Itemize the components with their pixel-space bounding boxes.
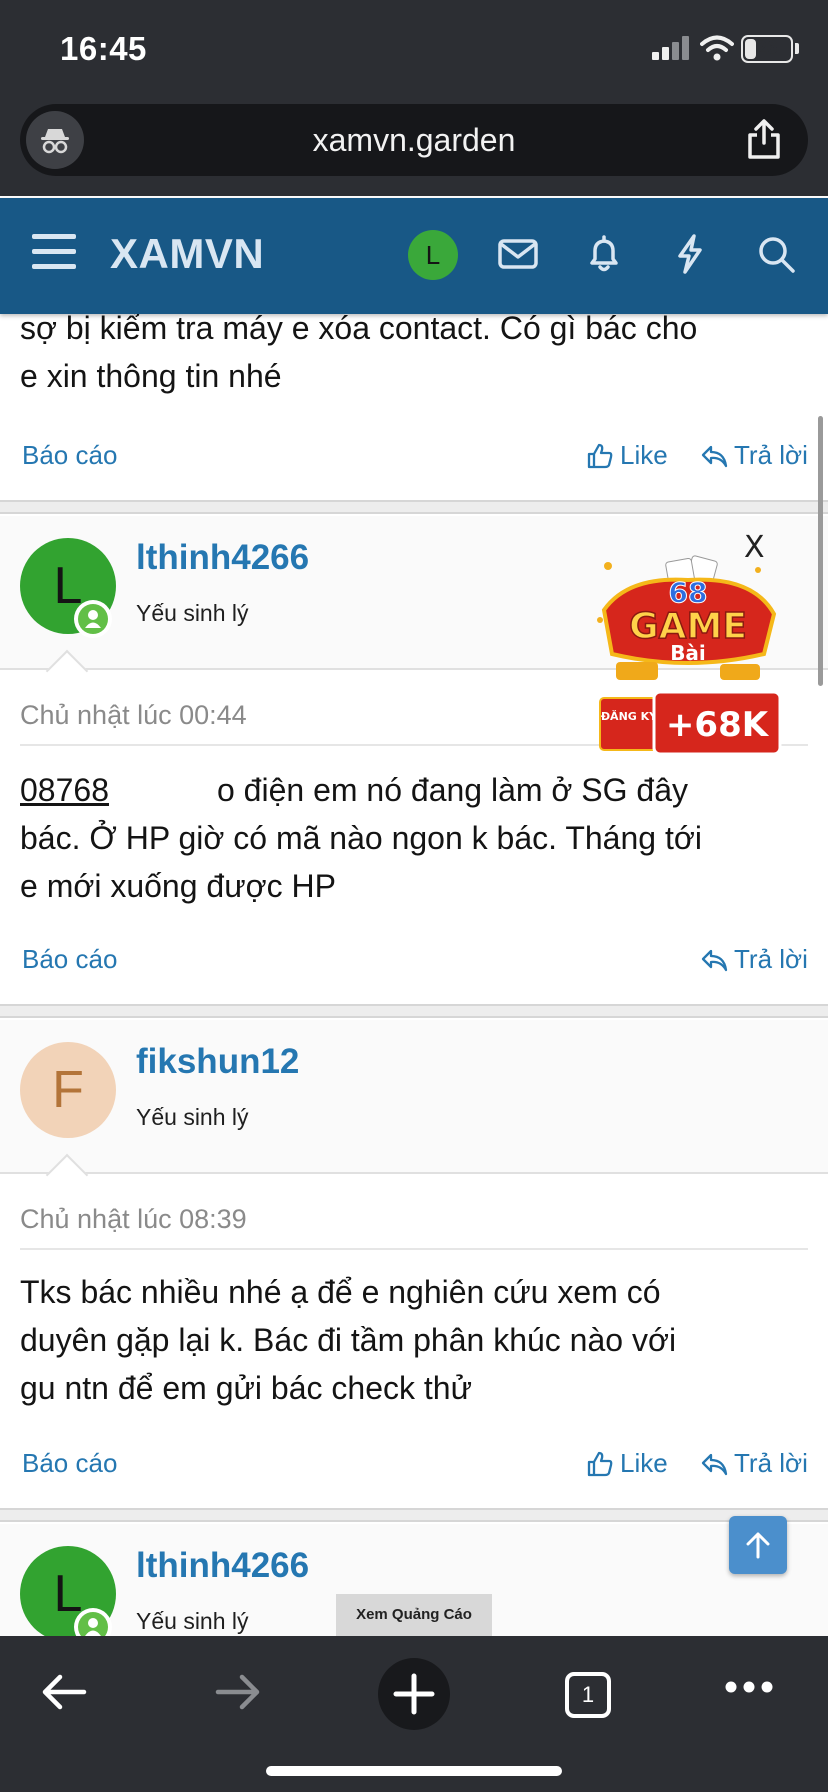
reply-icon bbox=[701, 949, 728, 971]
tabs-button[interactable]: 1 bbox=[565, 1672, 611, 1718]
url-text[interactable]: xamvn.garden bbox=[20, 122, 808, 159]
post-body-line: e xin thông tin nhé bbox=[20, 358, 282, 394]
more-icon[interactable] bbox=[724, 1680, 774, 1694]
menu-icon[interactable] bbox=[32, 234, 76, 270]
username[interactable]: lthinh4266 bbox=[136, 538, 309, 578]
bolt-icon[interactable] bbox=[668, 232, 712, 276]
browser-toolbar: 1 bbox=[0, 1636, 828, 1792]
like-label: Like bbox=[620, 440, 668, 470]
report-link[interactable]: Báo cáo bbox=[22, 1448, 117, 1479]
user-title: Yếu sinh lý bbox=[136, 1608, 249, 1634]
arrow-up-icon bbox=[746, 1532, 770, 1559]
post-separator bbox=[0, 500, 828, 514]
post-body-line: bác. Ở HP giờ có mã nào ngon k bác. Thán… bbox=[20, 820, 702, 856]
reply-icon bbox=[701, 445, 728, 467]
post-date[interactable]: Chủ nhật lúc 00:44 bbox=[20, 700, 247, 731]
scroll-to-top-button[interactable] bbox=[729, 1516, 787, 1574]
scroll-indicator bbox=[818, 416, 823, 686]
wifi-icon bbox=[700, 35, 734, 61]
clock: 16:45 bbox=[60, 30, 147, 67]
user-title: Yếu sinh lý bbox=[136, 600, 249, 626]
report-link[interactable]: Báo cáo bbox=[22, 440, 117, 471]
reply-button[interactable]: Trả lời bbox=[700, 1448, 808, 1479]
post-body-line: duyên gặp lại k. Bác đi tầm phân khúc nà… bbox=[20, 1322, 677, 1358]
thumbs-up-icon bbox=[587, 443, 613, 468]
ad-bonus: +68K bbox=[666, 705, 770, 745]
post-body-line: 08768 o điện em nó đang làm ở SG đây bbox=[20, 766, 688, 814]
post-body-line: gu ntn để em gửi bác check thử bbox=[20, 1370, 472, 1406]
forward-icon[interactable] bbox=[212, 1666, 264, 1718]
ad-register-label: ĐĂNG KÝ bbox=[601, 710, 658, 723]
post-body-text: o điện em nó đang làm ở SG đây bbox=[216, 772, 689, 808]
game-ad-banner[interactable]: 68 GAME Bài ĐĂNG KÝ +68K bbox=[588, 550, 788, 760]
like-label: Like bbox=[620, 1448, 668, 1478]
phone-link[interactable]: 08768 bbox=[20, 772, 109, 808]
reply-button[interactable]: Trả lời bbox=[700, 944, 808, 975]
post-separator bbox=[0, 1004, 828, 1018]
site-header: XAMVN L bbox=[0, 198, 828, 314]
account-avatar[interactable]: L bbox=[408, 230, 458, 280]
post-user-block: F fikshun12 Yếu sinh lý bbox=[0, 1020, 828, 1174]
reply-icon bbox=[701, 1453, 728, 1475]
post-body-line: Tks bác nhiều nhé ạ để e nghiên cứu xem … bbox=[20, 1274, 661, 1310]
reply-label: Trả lời bbox=[734, 1448, 808, 1478]
report-link[interactable]: Báo cáo bbox=[22, 944, 117, 975]
new-tab-button[interactable] bbox=[378, 1658, 450, 1730]
post-body-line: sợ bị kiểm tra máy e xóa contact. Có gì … bbox=[20, 314, 698, 346]
address-bar[interactable]: xamvn.garden bbox=[20, 104, 808, 176]
share-icon[interactable] bbox=[746, 119, 782, 159]
like-button[interactable]: Like bbox=[586, 1448, 668, 1479]
plus-icon bbox=[393, 1673, 435, 1715]
user-title: Yếu sinh lý bbox=[136, 1104, 249, 1130]
thread-content: sợ bị kiểm tra máy e xóa contact. Có gì … bbox=[0, 314, 828, 1636]
reply-button[interactable]: Trả lời bbox=[700, 440, 808, 471]
thumbs-up-icon bbox=[587, 1451, 613, 1476]
view-ad-button[interactable]: Xem Quảng Cáo bbox=[336, 1594, 492, 1636]
back-icon[interactable] bbox=[38, 1666, 90, 1718]
battery-icon: 26 bbox=[741, 35, 793, 63]
reply-label: Trả lời bbox=[734, 440, 808, 470]
user-avatar[interactable]: F bbox=[20, 1042, 116, 1138]
username[interactable]: fikshun12 bbox=[136, 1042, 299, 1082]
status-bar: 16:45 26 xamvn.garden bbox=[0, 0, 828, 196]
reply-label: Trả lời bbox=[734, 944, 808, 974]
post-body-line: e mới xuống được HP bbox=[20, 868, 336, 904]
inbox-icon[interactable] bbox=[496, 232, 540, 276]
post-date[interactable]: Chủ nhật lúc 08:39 bbox=[20, 1204, 247, 1235]
battery-percent: 26 bbox=[756, 38, 778, 59]
online-status-icon bbox=[74, 600, 112, 638]
ad-text-bai: Bài bbox=[670, 641, 706, 665]
post-separator bbox=[0, 1508, 828, 1522]
ad-text-68: 68 bbox=[669, 576, 708, 609]
bell-icon[interactable] bbox=[582, 232, 626, 276]
search-icon[interactable] bbox=[754, 232, 798, 276]
username[interactable]: lthinh4266 bbox=[136, 1546, 309, 1586]
site-logo[interactable]: XAMVN bbox=[110, 230, 264, 278]
cellular-signal-icon bbox=[652, 36, 690, 60]
home-indicator[interactable] bbox=[266, 1766, 562, 1776]
like-button[interactable]: Like bbox=[586, 440, 668, 471]
